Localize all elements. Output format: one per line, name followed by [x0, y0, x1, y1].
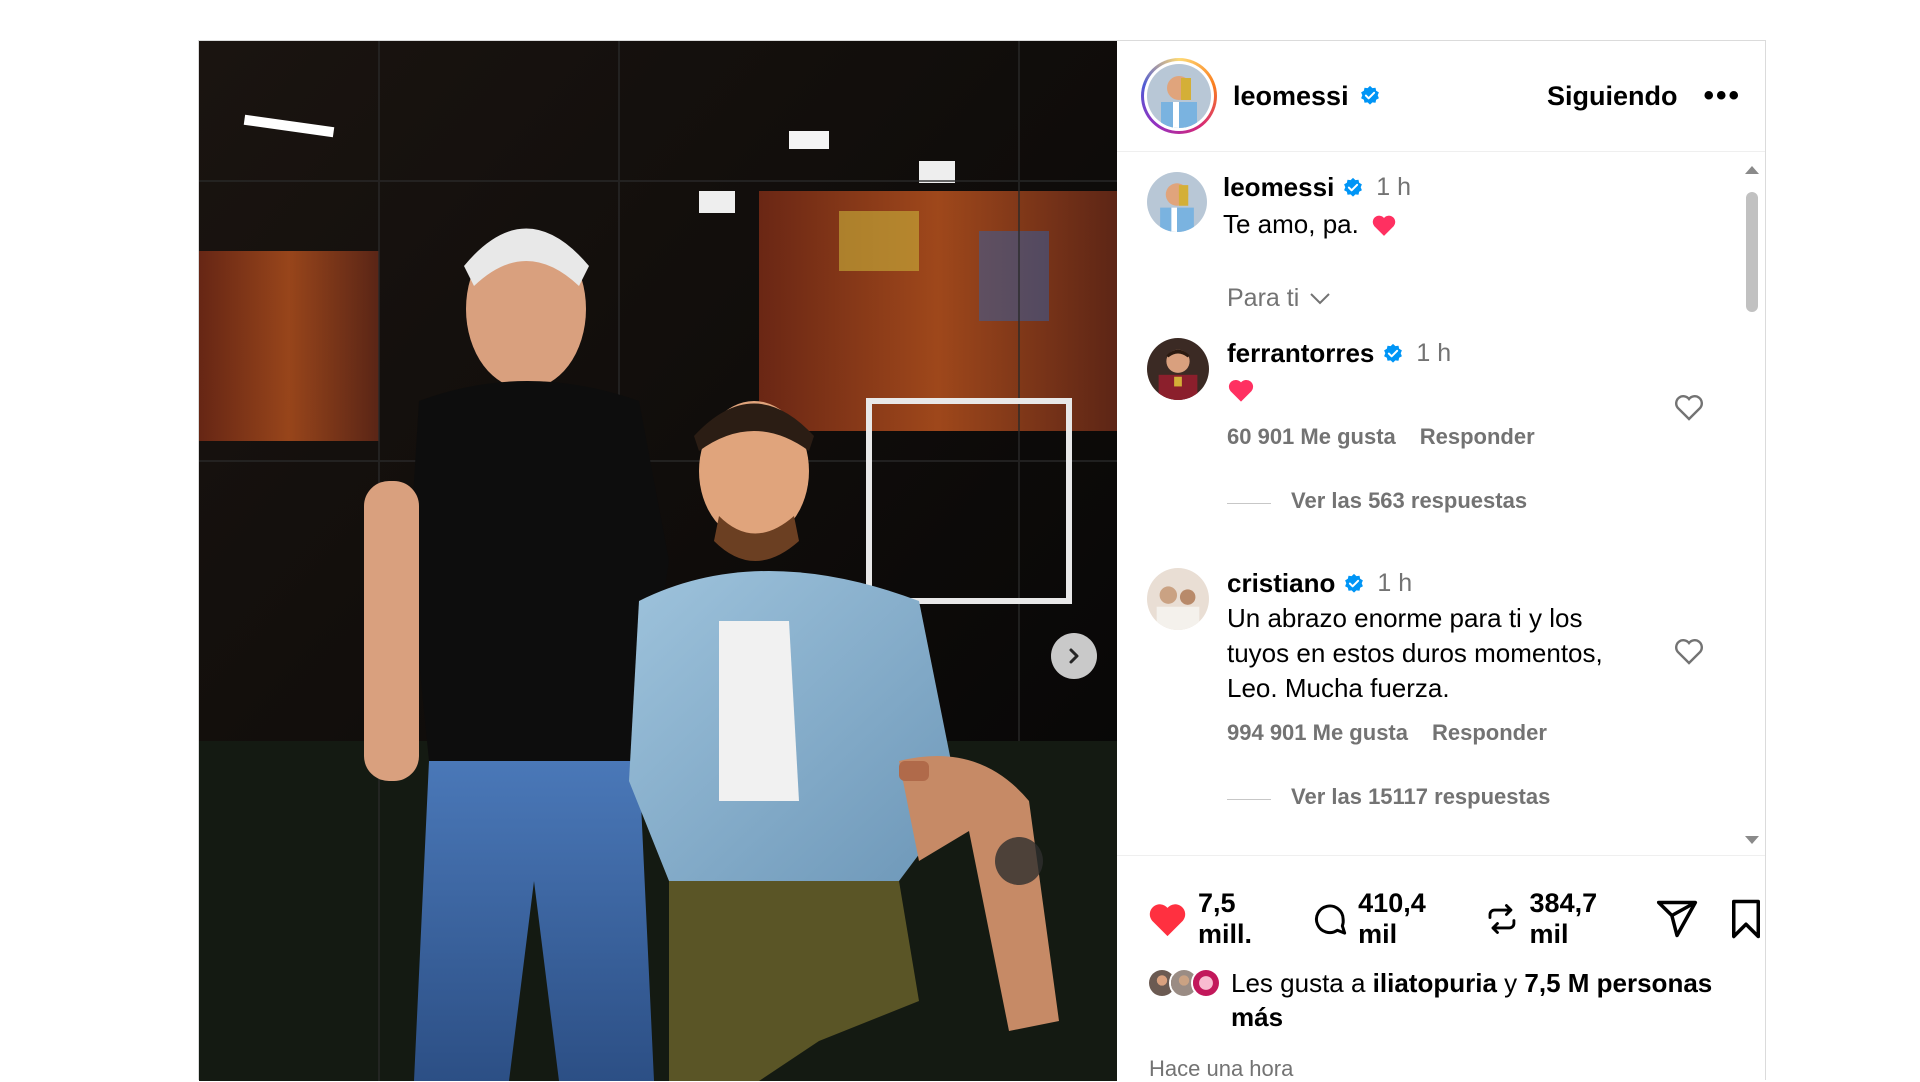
instagram-post: leomessi Siguiendo ••• leomessi 1 h Te a…	[198, 40, 1766, 1081]
comment-item: ferrantorres 1 h 60 901 Me gusta Respond…	[1147, 338, 1707, 514]
view-replies-button[interactable]: Ver las 15117 respuestas	[1291, 784, 1550, 809]
post-side-panel: leomessi Siguiendo ••• leomessi 1 h Te a…	[1117, 41, 1765, 1081]
commenter-avatar[interactable]	[1147, 338, 1209, 401]
share-button[interactable]	[1655, 897, 1699, 941]
comment-text: Un abrazo enorme para ti y los tuyos en …	[1227, 603, 1603, 704]
post-actions: 7,5 mill. 410,4 mil 384,7 mil Les gusta …	[1117, 855, 1765, 1081]
photo-scene	[199, 41, 1117, 1081]
comment-like-heart-icon[interactable]	[1673, 392, 1705, 422]
view-replies-button[interactable]: Ver las 563 respuestas	[1291, 488, 1527, 513]
comments-count: 410,4 mil	[1358, 888, 1426, 950]
save-button[interactable]	[1727, 898, 1765, 940]
next-photo-button[interactable]	[1051, 633, 1097, 679]
liked-by-text: Les gusta a iliatopuria y 7,5 M personas…	[1231, 968, 1713, 1033]
comment-likes[interactable]: 60 901 Me gusta	[1227, 424, 1396, 450]
comment-item: cristiano 1 h Un abrazo enorme para ti y…	[1147, 568, 1707, 810]
scroll-thumb[interactable]	[1746, 192, 1758, 313]
liked-by: Les gusta a iliatopuria y 7,5 M personas…	[1147, 966, 1731, 1034]
heart-icon	[1149, 904, 1186, 937]
liked-by-user[interactable]: iliatopuria	[1373, 968, 1497, 998]
comment-username[interactable]: cristiano	[1227, 568, 1335, 599]
commenter-avatar[interactable]	[1147, 568, 1209, 631]
comment-username[interactable]: ferrantorres	[1227, 338, 1374, 369]
likes-count: 7,5 mill.	[1197, 888, 1252, 950]
author-avatar[interactable]	[1141, 58, 1217, 135]
avatar	[1191, 968, 1221, 999]
share-icon	[1656, 900, 1698, 938]
comment-button[interactable]: 410,4 mil	[1311, 888, 1456, 950]
verified-icon	[1360, 85, 1379, 105]
chevron-down-icon	[1310, 292, 1330, 304]
scroll-down-icon[interactable]	[1742, 834, 1762, 848]
comment-likes[interactable]: 994 901 Me gusta	[1227, 720, 1408, 746]
author-username[interactable]: leomessi	[1233, 81, 1349, 112]
comment-time: 1 h	[1416, 339, 1452, 368]
caption-avatar[interactable]	[1147, 172, 1207, 233]
bookmark-icon	[1732, 899, 1760, 939]
like-button[interactable]: 7,5 mill.	[1147, 888, 1283, 950]
repost-icon	[1488, 904, 1515, 934]
caption-text: Te amo, pa.	[1223, 209, 1359, 240]
comments-filter[interactable]: Para ti	[1227, 284, 1331, 313]
caption-username[interactable]: leomessi	[1223, 172, 1334, 203]
following-button[interactable]: Siguiendo	[1547, 81, 1678, 112]
comment-icon	[1314, 904, 1346, 935]
heart-emoji-icon	[1372, 215, 1396, 236]
chevron-right-icon	[1069, 648, 1079, 664]
scroll-up-icon[interactable]	[1742, 162, 1762, 176]
post-photo	[199, 41, 1117, 1081]
verified-icon	[1344, 177, 1363, 197]
verified-icon	[1384, 343, 1403, 363]
reposts-count: 384,7 mil	[1529, 888, 1598, 950]
comments-scrollbar[interactable]	[1741, 162, 1761, 848]
post-timestamp: Hace una hora	[1149, 1056, 1294, 1082]
liked-by-avatars	[1147, 968, 1221, 1034]
filter-label: Para ti	[1227, 284, 1300, 313]
comment-time: 1 h	[1377, 569, 1413, 598]
comments-list[interactable]: leomessi 1 h Te amo, pa. Para ti ferrant…	[1117, 152, 1765, 855]
comment-like-heart-icon[interactable]	[1673, 636, 1705, 666]
post-header: leomessi Siguiendo •••	[1117, 41, 1765, 153]
post-caption: leomessi 1 h Te amo, pa.	[1147, 172, 1411, 242]
repost-button[interactable]: 384,7 mil	[1484, 888, 1627, 950]
reply-button[interactable]: Responder	[1432, 720, 1547, 746]
reply-button[interactable]: Responder	[1420, 424, 1535, 450]
verified-icon	[1345, 573, 1364, 593]
caption-time: 1 h	[1376, 173, 1412, 202]
heart-emoji-icon	[1228, 380, 1254, 402]
more-options-button[interactable]: •••	[1703, 79, 1741, 113]
